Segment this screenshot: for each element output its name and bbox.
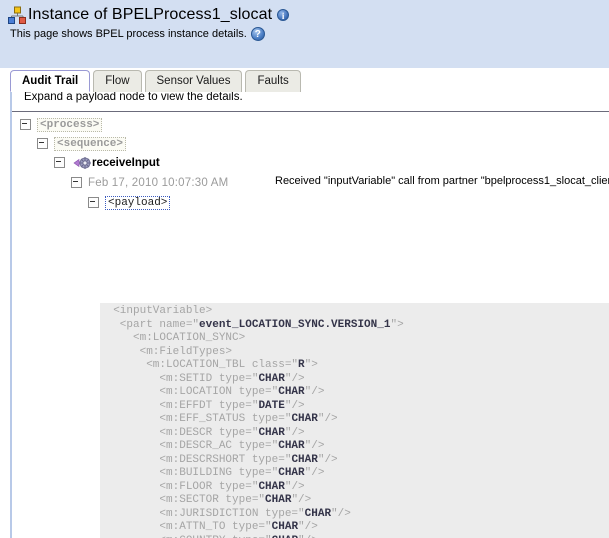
payload-xml-line: <m:DESCR_AC type="CHAR"/> <box>100 440 325 452</box>
audit-timestamp: Feb 17, 2010 10:07:30 AM <box>88 176 229 189</box>
tab-audit-trail[interactable]: Audit Trail <box>10 70 91 92</box>
tree-node-payload-label: <payload> <box>105 195 171 210</box>
payload-xml-line: <m:FieldTypes> <box>100 345 233 358</box>
panel-divider <box>12 111 609 112</box>
process-hierarchy-icon <box>8 6 26 24</box>
collapse-toggle-sequence-icon[interactable] <box>37 138 48 149</box>
tree-node-process-label: <process> <box>37 117 103 132</box>
collapse-toggle-receive-input-icon[interactable] <box>54 157 65 168</box>
payload-xml-line: <m:SETID type="CHAR"/> <box>100 372 305 385</box>
audit-trail-panel: Expand a payload node to view the detail… <box>10 89 609 538</box>
payload-xml-line: <m:EFF_STATUS type="CHAR"/> <box>100 413 338 425</box>
tab-bar: Audit Trail Flow Sensor Values Faults <box>10 68 304 92</box>
tree-node-sequence[interactable]: <sequence> <box>12 134 609 153</box>
info-icon[interactable]: i <box>277 9 290 21</box>
page-title: Instance of BPELProcess1_slocat <box>28 6 273 23</box>
payload-xml-line: <m:EFFDT type="DATE"/> <box>100 399 305 412</box>
payload-xml-line: <m:LOCATION type="CHAR"/> <box>100 386 325 398</box>
tree-node-sequence-label: <sequence> <box>54 136 127 151</box>
tree-node-timestamp[interactable]: Feb 17, 2010 10:07:30 AM Received "input… <box>12 172 609 193</box>
payload-xml-line: <m:JURISDICTION type="CHAR"/> <box>100 507 351 520</box>
page-subtitle-text: This page shows BPEL process instance de… <box>10 28 247 40</box>
tab-sensor-values[interactable]: Sensor Values <box>144 70 243 92</box>
tree-node-receive-input-label: receiveInput <box>92 156 160 169</box>
payload-xml-line: <m:DESCRSHORT type="CHAR"/> <box>100 453 338 466</box>
tree-node-payload[interactable]: <payload> <box>12 193 609 212</box>
page-title-row: Instance of BPELProcess1_slocat i <box>8 4 290 26</box>
help-icon[interactable]: ? <box>250 27 265 41</box>
tree-node-receive-input[interactable]: receiveInput <box>12 153 609 172</box>
payload-xml-line: <m:FLOOR type="CHAR"/> <box>100 480 305 493</box>
audit-message: Received "inputVariable" call from partn… <box>275 175 609 187</box>
payload-xml-line: <m:BUILDING type="CHAR"/> <box>100 467 325 479</box>
panel-hint-text: Expand a payload node to view the detail… <box>24 91 243 103</box>
payload-xml-line: <m:SECTOR type="CHAR"/> <box>100 494 312 506</box>
payload-xml-block[interactable]: <inputVariable> <part name="event_LOCATI… <box>100 303 609 538</box>
collapse-toggle-payload-icon[interactable] <box>88 197 99 208</box>
collapse-toggle-timestamp-icon[interactable] <box>71 177 82 188</box>
payload-xml-line: <m:ATTN_TO type="CHAR"/> <box>100 521 318 533</box>
tab-flow[interactable]: Flow <box>93 70 142 92</box>
payload-xml-line: <m:DESCR type="CHAR"/> <box>100 426 305 439</box>
payload-xml-line: <m:LOCATION_TBL class="R"> <box>100 359 318 371</box>
tab-faults[interactable]: Faults <box>245 70 301 92</box>
collapse-toggle-process-icon[interactable] <box>20 119 31 130</box>
payload-xml-line: <inputVariable> <box>100 305 213 317</box>
tree-node-process[interactable]: <process> <box>12 115 609 134</box>
receive-activity-icon <box>71 156 91 170</box>
payload-xml-line: <m:COUNTRY type="CHAR"/> <box>100 535 609 538</box>
audit-trail-tree: <process> <sequence> receiveInput Feb 17… <box>12 115 609 212</box>
payload-xml-line: <part name="event_LOCATION_SYNC.VERSION_… <box>100 318 404 331</box>
page-subtitle-row: This page shows BPEL process instance de… <box>10 27 265 41</box>
payload-xml-line: <m:LOCATION_SYNC> <box>100 332 246 344</box>
